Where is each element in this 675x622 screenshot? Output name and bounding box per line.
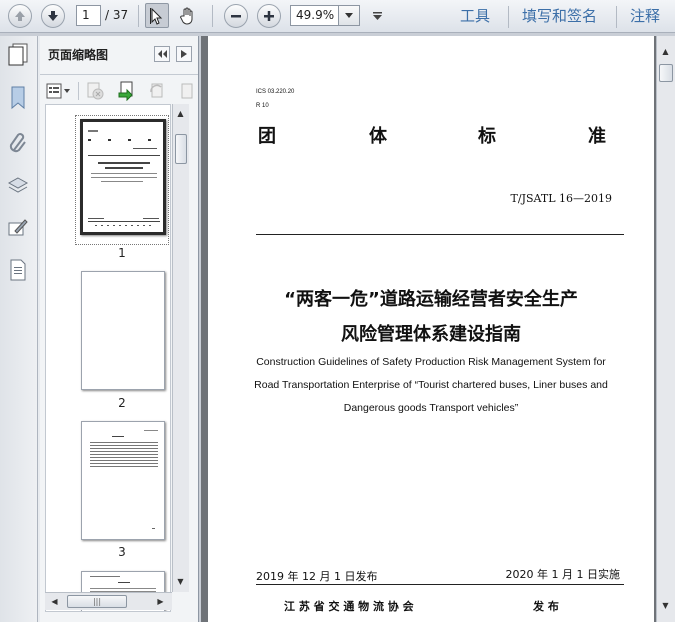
- panel-title: 页面缩略图: [48, 48, 109, 62]
- bookmarks-button[interactable]: [6, 86, 30, 110]
- issuer: 江 苏 省 交 通 物 流 协 会: [284, 600, 414, 613]
- signatures-button[interactable]: [6, 216, 30, 240]
- insert-page-icon: [118, 81, 133, 101]
- content-button[interactable]: [6, 258, 30, 282]
- toolbar-divider: [616, 6, 617, 28]
- fill-sign-link[interactable]: 填写和签名: [522, 0, 597, 33]
- main-toolbar: 1 / 37 49.9% 工具 填写和签名 注释: [0, 0, 675, 33]
- bookmark-icon: [11, 86, 25, 110]
- scroll-left-button[interactable]: ◀: [47, 594, 62, 609]
- issue-word: 发 布: [533, 600, 559, 613]
- thumbnail-options-button[interactable]: [44, 81, 74, 101]
- page-total: / 37: [105, 8, 129, 22]
- options-menu-icon: [46, 83, 70, 99]
- chevron-right-icon: [181, 50, 187, 58]
- page-thumbnails-button[interactable]: [6, 42, 30, 66]
- standard-title-char-2: 体: [369, 126, 387, 147]
- collapse-panel-button[interactable]: [154, 46, 170, 62]
- page-thumbnail-1[interactable]: [80, 119, 166, 235]
- hand-tool-button[interactable]: [176, 4, 200, 28]
- document-vertical-scrollbar[interactable]: ▲ ▼: [656, 36, 675, 622]
- chevron-down-icon: [345, 12, 353, 18]
- ics-code: ICS 03.220.20: [256, 89, 295, 95]
- layers-button[interactable]: [6, 174, 30, 198]
- toolbar-divider: [508, 6, 509, 28]
- cursor-select-icon: [150, 7, 163, 25]
- english-title-line-1: Construction Guidelines of Safety Produc…: [256, 356, 606, 368]
- standard-title-char-1: 团: [258, 126, 276, 147]
- rotate-page-icon: [150, 83, 163, 98]
- tools-link[interactable]: 工具: [460, 0, 490, 33]
- hand-icon: [180, 7, 193, 25]
- thumbnail-label-3: 3: [118, 545, 126, 559]
- horizontal-scroll-thumb[interactable]: |||: [67, 595, 127, 608]
- doc-scroll-up-button[interactable]: ▲: [658, 44, 673, 59]
- doc-scroll-thumb[interactable]: [659, 64, 673, 82]
- extract-pages-button[interactable]: [176, 81, 196, 101]
- panel-divider: [78, 82, 79, 100]
- rotate-pages-button[interactable]: [146, 81, 168, 101]
- arrow-up-icon: [15, 11, 25, 21]
- scroll-right-button[interactable]: ▶: [153, 594, 168, 609]
- comment-link[interactable]: 注释: [630, 0, 660, 33]
- toolbar-divider: [138, 5, 139, 27]
- previous-page-button[interactable]: [8, 4, 32, 28]
- document-page: ICS 03.220.20 R 10 团 体 标 准 T/JSATL 16—20…: [208, 36, 654, 622]
- double-chevron-left-icon: [158, 50, 167, 58]
- pages-icon: [8, 43, 28, 66]
- scroll-up-button[interactable]: ▲: [173, 106, 188, 121]
- header-rule: [256, 234, 624, 235]
- extract-page-icon: [181, 83, 193, 99]
- english-title-line-2: Road Transportation Enterprise of “Touri…: [254, 379, 608, 391]
- zoom-out-button[interactable]: [224, 4, 248, 28]
- scroll-thumb[interactable]: [175, 134, 187, 164]
- panel-divider: [40, 74, 198, 75]
- english-title-line-3: Dangerous goods Transport vehicles”: [343, 402, 519, 414]
- zoom-dropdown-button[interactable]: [338, 5, 360, 26]
- standard-title-char-4: 准: [588, 126, 606, 147]
- thumbnail-label-1: 1: [118, 246, 126, 260]
- implement-date: 2020 年 1 月 1 日实施: [505, 568, 620, 581]
- standard-title-char-3: 标: [478, 126, 496, 147]
- insert-pages-button[interactable]: [116, 80, 138, 102]
- scroll-down-button[interactable]: ▼: [173, 574, 188, 589]
- attachments-button[interactable]: [6, 130, 30, 154]
- overflow-arrow-icon: [372, 11, 382, 20]
- signature-pen-icon: [8, 219, 28, 236]
- next-page-button[interactable]: [41, 4, 65, 28]
- page-thumbnail-2[interactable]: [81, 271, 165, 390]
- r-code: R 10: [256, 103, 269, 109]
- arrow-down-icon: [48, 11, 58, 21]
- delete-page-icon: [87, 82, 104, 100]
- paperclip-icon: [9, 133, 26, 153]
- document-icon: [10, 259, 26, 281]
- plus-icon: [264, 11, 274, 21]
- layers-icon: [7, 177, 29, 193]
- minus-icon: [231, 15, 241, 18]
- document-title-line-1: “两客一危”道路运输经营者安全生产: [284, 289, 578, 310]
- more-tools-button[interactable]: [370, 8, 384, 24]
- zoom-level-input[interactable]: 49.9%: [290, 5, 338, 26]
- standard-code: T/JSATL 16—2019: [510, 192, 612, 205]
- page-number-input[interactable]: 1: [76, 5, 101, 26]
- navigation-icon-bar: [0, 36, 38, 622]
- thumbnail-list: 1 2 3: [45, 104, 171, 612]
- thumbnail-label-2: 2: [118, 396, 126, 410]
- publish-date: 2019 年 12 月 1 日发布: [256, 570, 378, 583]
- document-title-line-2: 风险管理体系建设指南: [341, 324, 521, 345]
- toolbar-divider: [212, 5, 213, 27]
- page-thumbnail-3[interactable]: [81, 421, 165, 540]
- footer-rule: [256, 584, 624, 585]
- delete-pages-button[interactable]: [84, 81, 106, 101]
- select-tool-button[interactable]: [145, 3, 169, 28]
- thumbnail-vertical-scrollbar[interactable]: ▲ ▼: [172, 104, 189, 592]
- panel-expand-button[interactable]: [176, 46, 192, 62]
- thumbnail-horizontal-scrollbar[interactable]: ◀ ||| ▶: [45, 592, 172, 610]
- doc-scroll-down-button[interactable]: ▼: [658, 598, 673, 613]
- zoom-in-button[interactable]: [257, 4, 281, 28]
